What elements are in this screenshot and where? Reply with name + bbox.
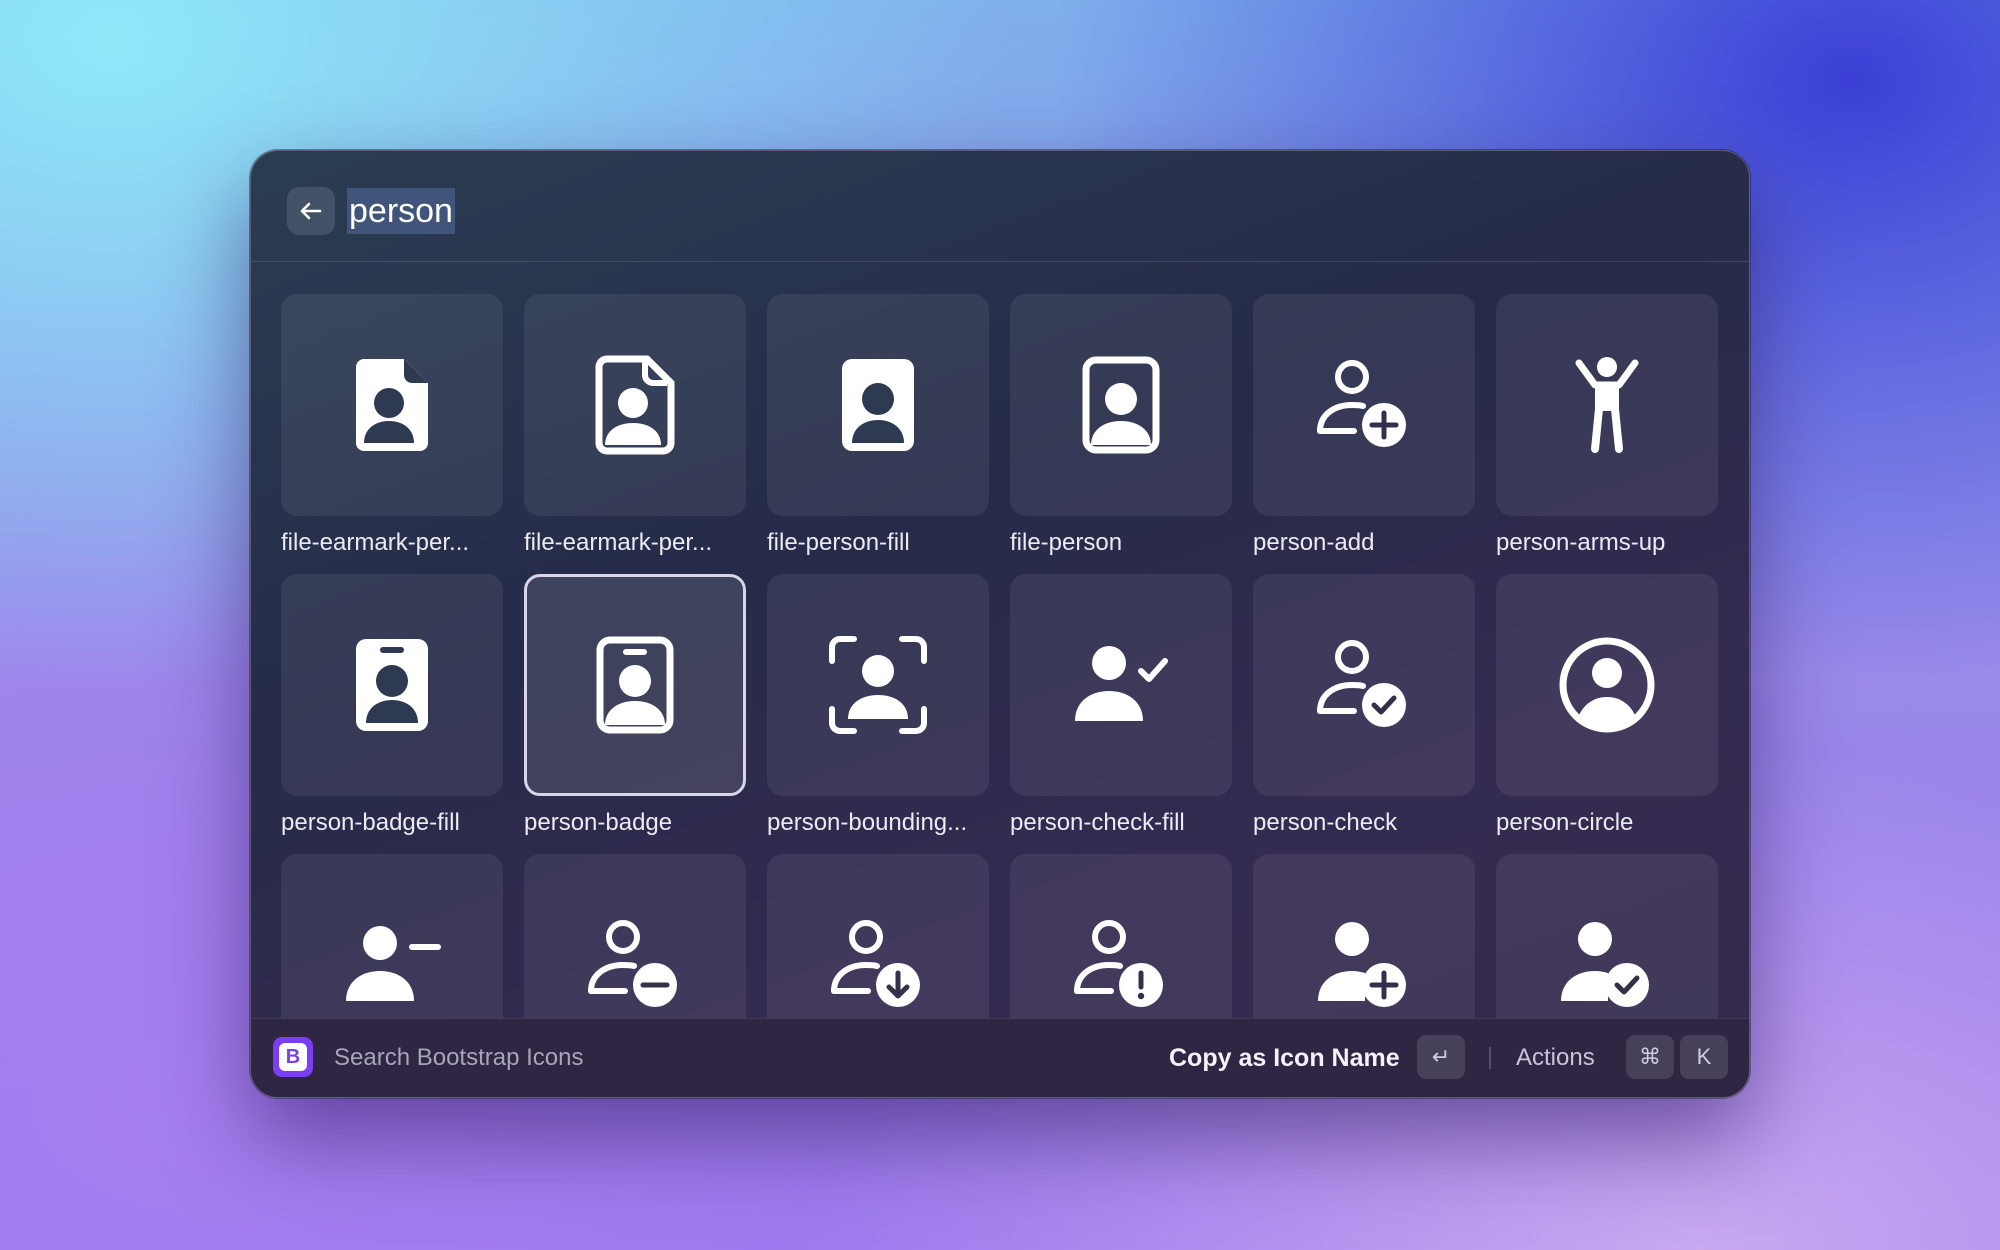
file-person-fill-icon bbox=[842, 359, 914, 451]
grid-item[interactable] bbox=[524, 854, 746, 1020]
icon-tile[interactable] bbox=[767, 294, 989, 516]
icon-tile[interactable] bbox=[1010, 854, 1232, 1020]
icon-tile[interactable] bbox=[767, 574, 989, 796]
grid-item[interactable]: file-person bbox=[1010, 294, 1232, 560]
arrow-left-icon bbox=[300, 202, 322, 220]
icon-label: file-earmark-per... bbox=[524, 529, 713, 556]
person-exclamation-icon bbox=[1074, 920, 1163, 1007]
grid-item[interactable]: file-earmark-per... bbox=[281, 294, 503, 560]
search-query-text: person bbox=[347, 188, 455, 234]
bootstrap-logo-icon: B bbox=[273, 1037, 313, 1077]
person-down-icon bbox=[831, 920, 920, 1007]
person-dash-icon bbox=[588, 920, 677, 1007]
icon-label: person-bounding... bbox=[767, 809, 968, 836]
icon-label: person-check bbox=[1253, 809, 1398, 836]
file-earmark-person-fill-icon bbox=[356, 359, 428, 451]
extension-name: Search Bootstrap Icons bbox=[334, 1044, 584, 1071]
grid-item[interactable] bbox=[1496, 854, 1718, 1020]
person-fill-check-icon bbox=[1561, 922, 1649, 1007]
icon-tile[interactable] bbox=[767, 854, 989, 1020]
person-check-fill-icon bbox=[1075, 646, 1168, 721]
back-button[interactable] bbox=[287, 187, 335, 235]
icon-grid: file-earmark-per... file-earmark-per... bbox=[281, 294, 1721, 1020]
primary-action-button[interactable]: Copy as Icon Name bbox=[1169, 1041, 1400, 1075]
logo-letter: B bbox=[279, 1043, 307, 1071]
icon-tile[interactable] bbox=[1253, 574, 1475, 796]
k-key-hint: K bbox=[1680, 1035, 1728, 1079]
icon-label: person-circle bbox=[1496, 809, 1634, 836]
icon-label: person-check-fill bbox=[1010, 809, 1185, 836]
icon-label: person-arms-up bbox=[1496, 529, 1666, 556]
grid-item[interactable]: person-check bbox=[1253, 574, 1475, 840]
icon-tile-selected[interactable] bbox=[524, 574, 746, 796]
file-person-icon bbox=[1082, 356, 1160, 454]
grid-item[interactable] bbox=[281, 854, 503, 1020]
grid-item[interactable]: person-bounding... bbox=[767, 574, 989, 840]
person-check-icon bbox=[1317, 640, 1406, 727]
icon-label: person-badge bbox=[524, 809, 673, 836]
icon-label: person-add bbox=[1253, 529, 1375, 556]
icon-tile[interactable] bbox=[1253, 294, 1475, 516]
grid-item[interactable] bbox=[767, 854, 989, 1020]
enter-key-hint: ↵ bbox=[1417, 1035, 1465, 1079]
action-bar: B Search Bootstrap Icons Copy as Icon Na… bbox=[251, 1018, 1749, 1097]
icon-tile[interactable] bbox=[1010, 294, 1232, 516]
icon-tile[interactable] bbox=[281, 854, 503, 1020]
command-key-hint: ⌘ bbox=[1626, 1035, 1674, 1079]
grid-item[interactable]: person-badge-fill bbox=[281, 574, 503, 840]
grid-item[interactable] bbox=[1253, 854, 1475, 1020]
person-badge-icon bbox=[596, 636, 674, 734]
grid-item[interactable] bbox=[1010, 854, 1232, 1020]
raycast-window: person file-earmark-per... file-earmark-… bbox=[250, 150, 1750, 1098]
person-circle-icon bbox=[1559, 637, 1655, 733]
icon-tile[interactable] bbox=[1253, 854, 1475, 1020]
person-dash-fill-icon bbox=[346, 926, 441, 1001]
actions-button[interactable]: Actions bbox=[1516, 1041, 1595, 1075]
icon-label: file-person bbox=[1010, 529, 1123, 556]
search-input[interactable]: person bbox=[347, 187, 455, 235]
person-badge-fill-icon bbox=[356, 639, 428, 731]
icon-tile[interactable] bbox=[524, 854, 746, 1020]
grid-item[interactable]: person-circle bbox=[1496, 574, 1718, 840]
icon-tile[interactable] bbox=[1496, 574, 1718, 796]
icon-tile[interactable] bbox=[1496, 294, 1718, 516]
grid-item[interactable]: file-person-fill bbox=[767, 294, 989, 560]
grid-item[interactable]: person-check-fill bbox=[1010, 574, 1232, 840]
icon-tile[interactable] bbox=[1496, 854, 1718, 1020]
icon-tile[interactable] bbox=[281, 574, 503, 796]
icon-label: file-person-fill bbox=[767, 529, 910, 556]
icon-label: file-earmark-per... bbox=[281, 529, 470, 556]
icon-tile[interactable] bbox=[1010, 574, 1232, 796]
grid-item[interactable]: person-arms-up bbox=[1496, 294, 1718, 560]
person-fill-add-icon bbox=[1318, 922, 1406, 1007]
grid-item[interactable]: file-earmark-per... bbox=[524, 294, 746, 560]
grid-item[interactable]: person-add bbox=[1253, 294, 1475, 560]
icon-tile[interactable] bbox=[524, 294, 746, 516]
person-add-icon bbox=[1317, 360, 1406, 447]
search-header: person bbox=[251, 151, 1749, 262]
footer-divider bbox=[1489, 1047, 1491, 1069]
icon-label: person-badge-fill bbox=[281, 809, 460, 836]
file-earmark-person-icon bbox=[595, 355, 675, 455]
grid-item[interactable]: person-badge bbox=[524, 574, 746, 840]
person-arms-up-icon bbox=[1575, 357, 1639, 453]
person-bounding-box-icon bbox=[829, 636, 927, 734]
icon-tile[interactable] bbox=[281, 294, 503, 516]
